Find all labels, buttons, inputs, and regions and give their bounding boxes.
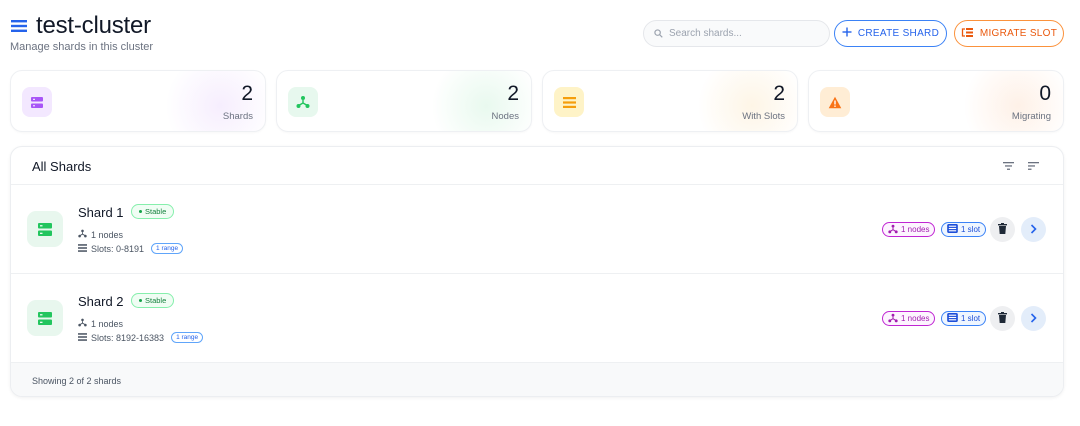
nodes-chip: 1 nodes bbox=[882, 222, 936, 237]
create-shard-button[interactable]: CREATE SHARD bbox=[834, 20, 947, 47]
shard-slots: Slots: 0-8191 1 range bbox=[78, 243, 184, 254]
hub-icon bbox=[888, 224, 898, 236]
stat-value: 2 bbox=[507, 82, 519, 105]
trash-icon bbox=[998, 310, 1007, 328]
nodes-chip: 1 nodes bbox=[882, 311, 936, 326]
nodes-chip-text: 1 nodes bbox=[901, 225, 930, 234]
hub-icon bbox=[288, 87, 318, 117]
stat-card-with-slots: 2 With Slots bbox=[542, 70, 798, 132]
stat-label: Shards bbox=[222, 111, 253, 122]
shard-nodes: 1 nodes bbox=[78, 229, 123, 240]
nodes-chip-text: 1 nodes bbox=[901, 314, 930, 323]
panel-header: All Shards bbox=[11, 147, 1063, 185]
stat-value: 2 bbox=[241, 82, 253, 105]
panel-footer: Showing 2 of 2 shards bbox=[11, 363, 1063, 396]
shard-row[interactable]: Shard 2 Stable 1 nodes Slots: 8192-16383… bbox=[11, 274, 1063, 363]
hub-icon bbox=[888, 313, 898, 325]
delete-button[interactable] bbox=[990, 217, 1015, 242]
stat-label: Nodes bbox=[491, 111, 519, 122]
page-header: test-cluster Manage shards in this clust… bbox=[10, 12, 1070, 58]
stats-row: 2 Shards 2 Nodes 2 With Slots 0 Migratin… bbox=[10, 70, 1070, 132]
stat-value: 0 bbox=[1039, 82, 1051, 105]
status-text: Stable bbox=[145, 296, 167, 305]
range-badge: 1 range bbox=[151, 243, 184, 254]
shards-panel: All Shards Shard 1 Stable 1 nodes Slots:… bbox=[10, 146, 1064, 397]
create-shard-label: CREATE SHARD bbox=[857, 28, 940, 39]
range-badge: 1 range bbox=[171, 332, 204, 343]
sort-icon[interactable] bbox=[1026, 159, 1040, 173]
showing-count: Showing 2 of 2 shards bbox=[32, 376, 122, 386]
slot-chip-text: 1 slot bbox=[961, 314, 981, 323]
trash-icon bbox=[998, 221, 1007, 239]
server-icon bbox=[27, 211, 63, 247]
list-icon bbox=[947, 313, 958, 324]
list-icon bbox=[947, 224, 958, 235]
slots-text: Slots: 0-8191 bbox=[91, 243, 145, 254]
shard-slots: Slots: 8192-16383 1 range bbox=[78, 332, 204, 343]
nodes-text: 1 nodes bbox=[91, 229, 124, 240]
shard-name: Shard 2 bbox=[78, 294, 124, 309]
stat-card-shards: 2 Shards bbox=[10, 70, 266, 132]
search-box[interactable] bbox=[643, 20, 830, 47]
list-icon bbox=[10, 17, 28, 35]
plus-icon bbox=[842, 27, 852, 40]
warning-icon bbox=[820, 87, 850, 117]
shard-name: Shard 1 bbox=[78, 205, 124, 220]
chevron-right-icon bbox=[1030, 221, 1037, 239]
list-icon bbox=[554, 87, 584, 117]
slot-chip-text: 1 slot bbox=[961, 225, 981, 234]
nodes-text: 1 nodes bbox=[91, 318, 124, 329]
chevron-right-icon bbox=[1030, 310, 1037, 328]
status-badge: Stable bbox=[131, 293, 175, 308]
shard-row[interactable]: Shard 1 Stable 1 nodes Slots: 0-8191 1 r… bbox=[11, 185, 1063, 274]
stat-card-nodes: 2 Nodes bbox=[276, 70, 532, 132]
open-shard-button[interactable] bbox=[1021, 217, 1046, 242]
swap-icon bbox=[961, 27, 974, 41]
status-text: Stable bbox=[145, 207, 167, 216]
hub-icon bbox=[78, 229, 87, 240]
open-shard-button[interactable] bbox=[1021, 306, 1046, 331]
server-icon bbox=[22, 87, 52, 117]
status-badge: Stable bbox=[131, 204, 175, 219]
search-icon bbox=[654, 25, 663, 43]
page-title: test-cluster bbox=[36, 12, 151, 39]
server-icon bbox=[27, 300, 63, 336]
hub-icon bbox=[78, 318, 87, 329]
migrate-slot-button[interactable]: MIGRATE SLOT bbox=[954, 20, 1064, 47]
shard-nodes: 1 nodes bbox=[78, 318, 123, 329]
status-dot-icon bbox=[139, 210, 142, 213]
panel-title: All Shards bbox=[32, 159, 92, 174]
page-subtitle: Manage shards in this cluster bbox=[10, 41, 154, 53]
stat-card-migrating: 0 Migrating bbox=[808, 70, 1064, 132]
slots-text: Slots: 8192-16383 bbox=[91, 332, 165, 343]
slot-chip: 1 slot bbox=[941, 311, 987, 326]
status-dot-icon bbox=[139, 299, 142, 302]
slot-chip: 1 slot bbox=[941, 222, 987, 237]
stat-value: 2 bbox=[773, 82, 785, 105]
title-row: test-cluster bbox=[10, 12, 151, 40]
list-icon bbox=[78, 332, 87, 343]
stat-label: Migrating bbox=[1011, 111, 1051, 122]
search-input[interactable] bbox=[669, 28, 819, 39]
stat-label: With Slots bbox=[742, 111, 785, 122]
delete-button[interactable] bbox=[990, 306, 1015, 331]
filter-icon[interactable] bbox=[1001, 159, 1015, 173]
migrate-slot-label: MIGRATE SLOT bbox=[979, 28, 1058, 39]
list-icon bbox=[78, 243, 87, 254]
